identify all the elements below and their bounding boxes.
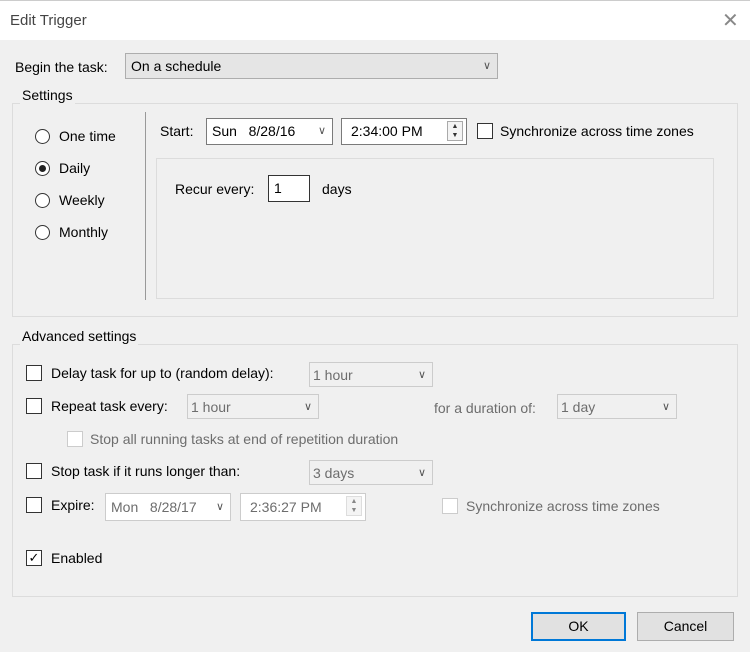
chevron-down-icon: ∨	[317, 125, 326, 137]
radio-daily[interactable]	[35, 161, 50, 176]
sync-checkbox[interactable]	[477, 123, 493, 139]
expire-sync-checkbox[interactable]	[442, 498, 458, 514]
enabled-label: Enabled	[51, 550, 103, 566]
chevron-down-icon: ∨	[303, 401, 312, 413]
duration-value: 1 day	[561, 399, 596, 415]
recur-value: 1	[274, 180, 282, 196]
radio-weekly[interactable]	[35, 193, 50, 208]
chevron-down-icon: ∨	[417, 467, 426, 479]
dialog-title: Edit Trigger	[10, 12, 87, 29]
start-time-picker[interactable]: 2:34:00 PM ▲ ▼	[341, 118, 467, 145]
expire-time-picker[interactable]: 2:36:27 PM ▲ ▼	[240, 493, 366, 521]
delay-dropdown[interactable]: 1 hour ∨	[309, 362, 433, 387]
stop-checkbox[interactable]	[26, 463, 42, 479]
close-icon[interactable]: ✕	[722, 8, 739, 33]
ok-button[interactable]: OK	[531, 612, 626, 641]
radio-label-weekly: Weekly	[59, 192, 105, 208]
repeat-dropdown[interactable]: 1 hour ∨	[187, 394, 319, 419]
radio-label-daily: Daily	[59, 160, 91, 176]
begin-task-label: Begin the task:	[15, 59, 108, 75]
stop-all-checkbox[interactable]	[67, 431, 83, 447]
bottom-edge	[0, 652, 750, 657]
chevron-down-icon: ∨	[482, 60, 491, 72]
delay-checkbox[interactable]	[26, 365, 42, 381]
expire-date: 8/28/17	[149, 499, 197, 515]
chevron-down-icon: ∨	[215, 501, 224, 513]
checkmark-icon: ✓	[28, 550, 40, 565]
duration-label: for a duration of:	[434, 400, 536, 416]
begin-task-dropdown[interactable]: On a schedule ∨	[125, 53, 498, 79]
spinner-icon[interactable]: ▲ ▼	[447, 121, 463, 141]
enabled-checkbox[interactable]: ✓	[26, 550, 42, 566]
recur-input[interactable]: 1	[268, 175, 310, 202]
repeat-label: Repeat task every:	[51, 398, 168, 414]
recur-unit: days	[322, 181, 352, 197]
duration-dropdown[interactable]: 1 day ∨	[557, 394, 677, 419]
sync-label: Synchronize across time zones	[500, 123, 694, 139]
begin-task-value: On a schedule	[131, 58, 222, 74]
start-time: 2:34:00 PM	[351, 123, 423, 139]
expire-label: Expire:	[51, 497, 95, 513]
repeat-checkbox[interactable]	[26, 398, 42, 414]
expire-sync-label: Synchronize across time zones	[466, 498, 660, 514]
stop-dropdown[interactable]: 3 days ∨	[309, 460, 433, 485]
radio-monthly[interactable]	[35, 225, 50, 240]
expire-day: Mon	[111, 499, 139, 515]
recur-label: Recur every:	[175, 181, 255, 197]
delay-label: Delay task for up to (random delay):	[51, 365, 274, 381]
repeat-value: 1 hour	[191, 399, 231, 415]
stop-all-label: Stop all running tasks at end of repetit…	[90, 431, 399, 447]
stop-label: Stop task if it runs longer than:	[51, 463, 241, 479]
stop-value: 3 days	[313, 465, 355, 481]
radio-one-time[interactable]	[35, 129, 50, 144]
delay-value: 1 hour	[313, 367, 353, 383]
title-bar	[0, 0, 750, 40]
radio-label-one-time: One time	[59, 128, 116, 144]
radio-label-monthly: Monthly	[59, 224, 109, 240]
expire-time: 2:36:27 PM	[250, 499, 322, 515]
cancel-button[interactable]: Cancel	[637, 612, 734, 641]
separator	[145, 112, 146, 300]
start-label: Start:	[160, 123, 194, 139]
spinner-icon[interactable]: ▲ ▼	[346, 496, 362, 516]
chevron-down-icon: ∨	[661, 401, 670, 413]
start-date: 8/28/16	[248, 123, 296, 139]
start-date-picker[interactable]: Sun 8/28/16 ∨	[206, 118, 333, 145]
advanced-label: Advanced settings	[20, 327, 139, 345]
start-day: Sun	[212, 123, 237, 139]
settings-label: Settings	[20, 86, 75, 104]
expire-date-picker[interactable]: Mon 8/28/17 ∨	[105, 493, 231, 521]
chevron-down-icon: ∨	[417, 369, 426, 381]
expire-checkbox[interactable]	[26, 497, 42, 513]
